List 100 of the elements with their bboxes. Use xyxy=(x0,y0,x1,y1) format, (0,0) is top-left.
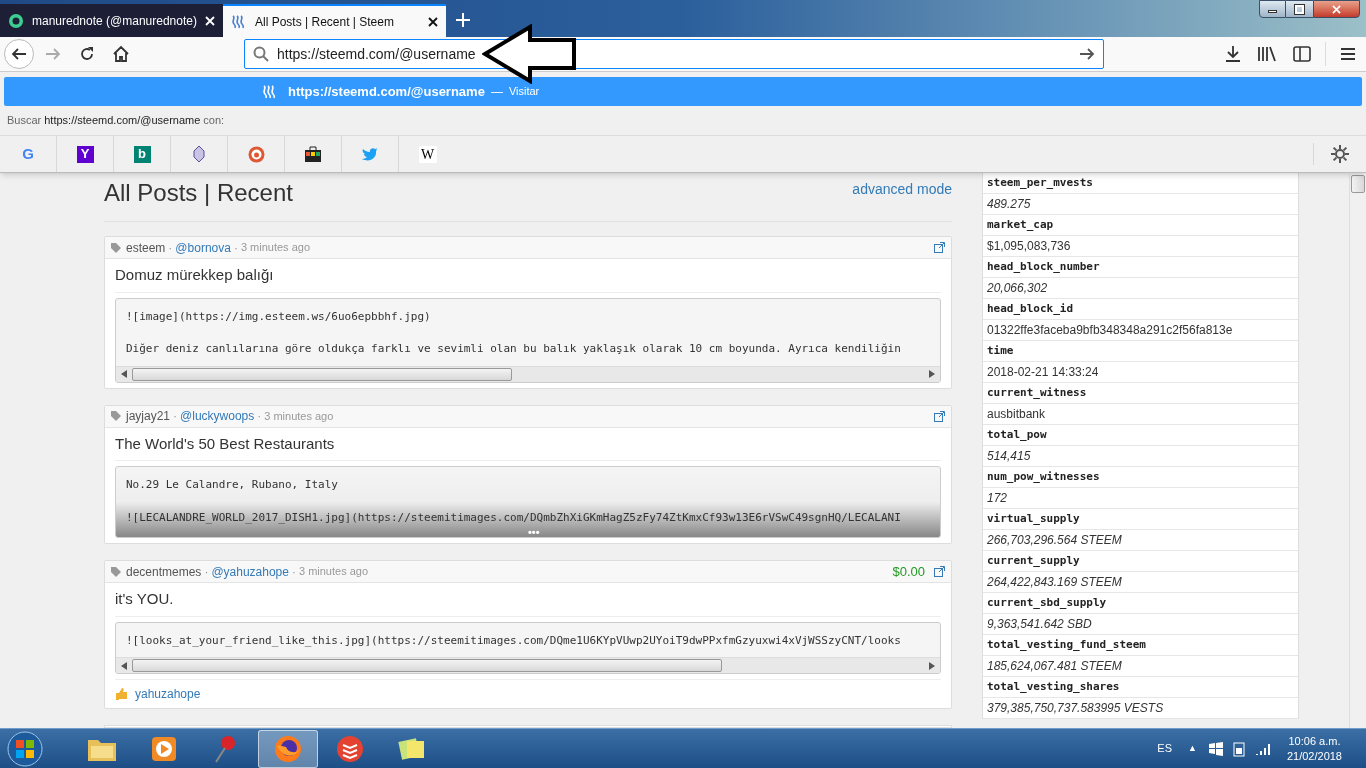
page-title: All Posts | Recent xyxy=(104,178,293,208)
suggestion-action: Visitar xyxy=(508,84,540,100)
post-body-line: No.29 Le Calandre, Rubano, Italy xyxy=(126,477,339,493)
meta-separator: · xyxy=(257,408,262,425)
post-body-line: ![looks_at_your_friend_like_this.jpg](https://steemitimages.com/DQme1U6KYpVUwp2UYoiT9dwPPxfmGzyuxwi4xVjWSSzyCNT/looks xyxy=(126,632,902,649)
close-icon[interactable] xyxy=(1332,4,1341,14)
meta-separator: · xyxy=(168,239,173,257)
yahoo-icon[interactable]: Y xyxy=(76,145,94,163)
stat-value: 9,363,541.642 SBD xyxy=(983,614,1298,635)
browser-tab[interactable]: manurednote (@manurednote) xyxy=(0,4,223,37)
scroll-right-icon[interactable] xyxy=(929,661,935,670)
tab-title: manurednote (@manurednote) xyxy=(32,12,197,30)
stat-value: 514,415 xyxy=(983,446,1298,467)
stat-key: num_pow_witnesses xyxy=(983,467,1298,488)
shopping-bag-icon[interactable] xyxy=(304,146,322,162)
signal-icon[interactable] xyxy=(1254,742,1271,755)
stat-key: total_pow xyxy=(983,425,1298,446)
crest-icon[interactable] xyxy=(192,145,206,163)
language-indicator[interactable]: ES xyxy=(1157,740,1172,757)
search-with-suffix: con: xyxy=(203,113,225,129)
post-tag[interactable]: esteem xyxy=(126,238,166,257)
stat-value: 20,066,302 xyxy=(983,278,1298,299)
reload-icon[interactable] xyxy=(79,46,95,62)
stat-value: 01322ffe3faceba9bfb348348a291c2f56fa813e xyxy=(983,320,1298,341)
stat-value: $1,095,083,736 xyxy=(983,236,1298,257)
stat-value: 379,385,750,737.583995 VESTS xyxy=(983,698,1298,719)
post-title[interactable]: Domuz mürekkep balığı xyxy=(115,259,941,293)
external-link-icon[interactable] xyxy=(934,566,945,577)
circle-logo-icon xyxy=(8,12,24,29)
stat-key: virtual_supply xyxy=(983,509,1298,530)
post-time: 3 minutes ago xyxy=(240,240,310,256)
stat-key: total_vesting_fund_steem xyxy=(983,635,1298,656)
clock-time[interactable]: 10:06 a.m. xyxy=(1288,733,1341,749)
sidebar-icon[interactable] xyxy=(1293,46,1311,62)
horizontal-scrollbar[interactable] xyxy=(116,657,940,673)
tag-icon xyxy=(111,566,121,577)
minimize-icon[interactable] xyxy=(1259,0,1286,18)
duck-icon[interactable] xyxy=(247,145,265,163)
stat-key: head_block_number xyxy=(983,257,1298,278)
steem-logo-icon xyxy=(231,14,247,29)
post-tag[interactable]: jayjay21 xyxy=(126,407,171,425)
post-author-link[interactable]: @yahuzahope xyxy=(211,562,289,581)
advanced-mode-link[interactable]: advanced mode xyxy=(852,179,952,200)
stat-key: time xyxy=(983,341,1298,362)
menu-icon[interactable] xyxy=(1340,47,1356,61)
stat-value: 185,624,067.481 STEEM xyxy=(983,656,1298,677)
post-title[interactable]: it's YOU. xyxy=(115,583,941,617)
restore-icon[interactable] xyxy=(1286,0,1313,18)
search-with-label: Buscar xyxy=(7,113,42,129)
go-arrow-icon[interactable] xyxy=(1079,47,1095,61)
taskbar-app[interactable] xyxy=(258,729,318,768)
settings-icon[interactable] xyxy=(1331,145,1349,163)
browser-tab[interactable]: All Posts | Recent | Steem xyxy=(223,4,446,37)
stat-value: 172 xyxy=(983,488,1298,509)
search-query: https://steemd.com/@username xyxy=(44,113,201,129)
post-title[interactable]: The World's 50 Best Restaurants xyxy=(115,427,941,461)
voter-link[interactable]: yahuzahope xyxy=(135,685,201,703)
tray-arrow-icon[interactable]: ▲ xyxy=(1188,741,1197,756)
home-icon[interactable] xyxy=(112,45,130,63)
stat-key: market_cap xyxy=(983,215,1298,236)
sticky-notes-icon xyxy=(398,735,426,762)
battery-icon[interactable] xyxy=(1232,740,1245,757)
back-arrow-icon[interactable] xyxy=(11,47,27,61)
stat-key: current_supply xyxy=(983,551,1298,572)
library-icon[interactable] xyxy=(1257,46,1277,62)
back-button[interactable] xyxy=(4,39,34,69)
tag-icon xyxy=(111,411,121,421)
horizontal-scrollbar[interactable] xyxy=(116,365,940,382)
vertical-scrollbar[interactable] xyxy=(1349,174,1366,728)
post-author-link[interactable]: @luckywoops xyxy=(180,407,255,425)
url-field[interactable]: https://steemd.com/@username xyxy=(244,39,1104,69)
new-tab-icon[interactable] xyxy=(456,13,470,27)
download-icon[interactable] xyxy=(1225,45,1241,63)
meta-separator: · xyxy=(233,239,238,257)
bing-icon[interactable]: b xyxy=(133,145,151,163)
meta-separator: · xyxy=(204,563,209,581)
post-time: 3 minutes ago xyxy=(298,564,369,580)
meta-separator: · xyxy=(173,408,178,425)
stat-value: ausbitbank xyxy=(983,404,1298,425)
stat-key: current_witness xyxy=(983,383,1298,404)
close-tab-icon[interactable] xyxy=(428,16,438,27)
close-window-button[interactable] xyxy=(1313,0,1360,18)
thumbs-up-icon xyxy=(115,688,127,700)
scroll-right-icon[interactable] xyxy=(929,370,935,378)
stat-value: 266,703,296.564 STEEM xyxy=(983,530,1298,551)
windows-flag-icon[interactable] xyxy=(1208,741,1223,756)
external-link-icon[interactable] xyxy=(934,242,945,253)
post-author-link[interactable]: @bornova xyxy=(175,238,231,257)
wikipedia-icon[interactable]: W xyxy=(418,145,437,163)
todo-icon xyxy=(336,734,364,763)
post-body-line: ![LECALANDRE_WORLD_2017_DISH1.jpg](https://steemitimages.com/DQmbZhXiGKmHagZ5zFy74ZtKmxCf93w13E6rVSwC49sgnHQ/LECALANI xyxy=(126,509,902,526)
external-link-icon[interactable] xyxy=(934,410,945,422)
search-icon xyxy=(253,46,269,62)
scroll-left-icon[interactable] xyxy=(121,370,127,378)
post-tag[interactable]: decentmemes xyxy=(126,562,202,581)
stat-key: current_sbd_supply xyxy=(983,593,1298,614)
scroll-left-icon[interactable] xyxy=(121,661,127,670)
stat-key: head_block_id xyxy=(983,299,1298,320)
clock-date[interactable]: 21/02/2018 xyxy=(1286,748,1342,764)
tag-icon xyxy=(111,242,121,253)
